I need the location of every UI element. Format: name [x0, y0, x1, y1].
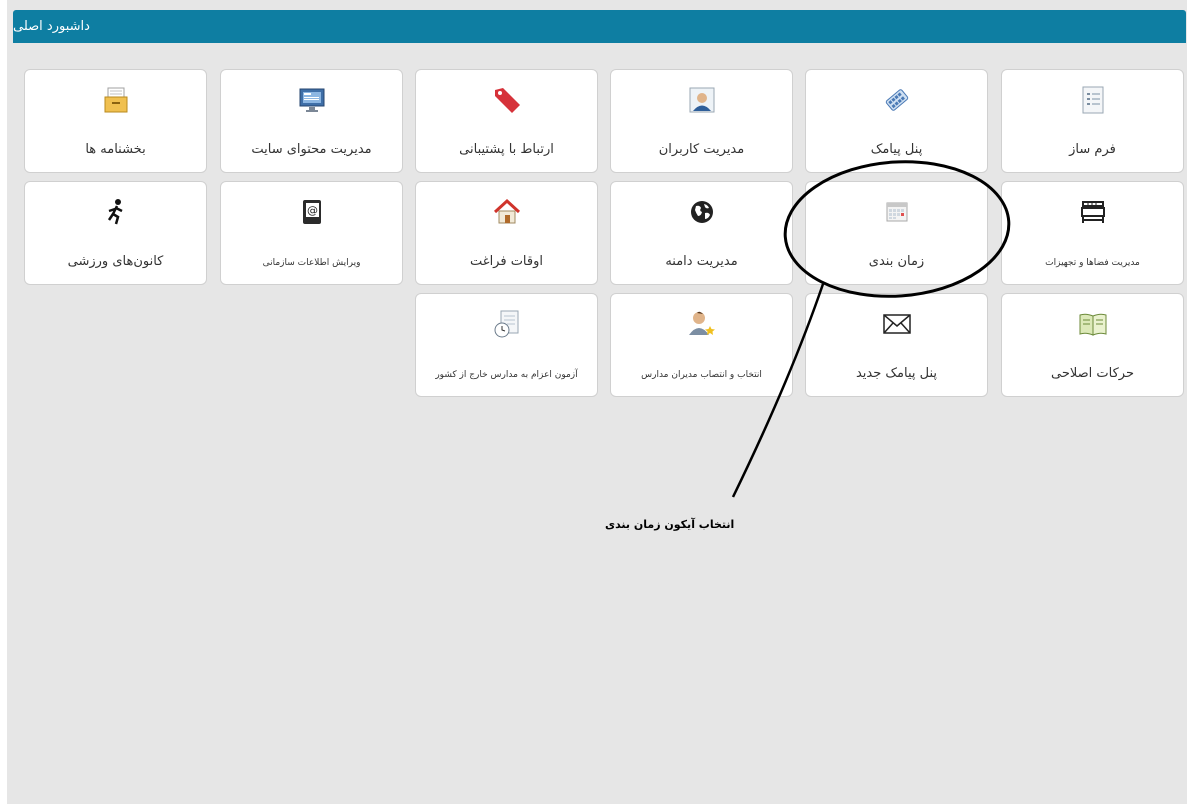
at-book-icon: @	[296, 196, 328, 228]
annotation-label: انتخاب آیکون زمان بندی	[605, 518, 735, 531]
tile-label: حرکات اصلاحی	[1050, 366, 1134, 381]
dashboard-title: داشبورد اصلی	[13, 19, 90, 34]
tile-label: ویرایش اطلاعات سازمانی	[262, 258, 361, 268]
tile-sms-panel[interactable]: پنل پیامک	[805, 69, 988, 173]
globe-icon	[686, 196, 718, 228]
tile-support[interactable]: ارتباط با پشتیبانی	[415, 69, 598, 173]
archive-box-icon	[100, 84, 132, 116]
open-book-icon	[1077, 308, 1109, 340]
tile-label: اوقات فراغت	[470, 254, 543, 269]
tile-circulars[interactable]: بخشنامه ها	[24, 69, 207, 173]
user-card-icon	[686, 84, 718, 116]
tile-label: مدیریت دامنه	[665, 254, 738, 269]
tile-label: انتخاب و انتصاب مدیران مدارس	[641, 370, 762, 380]
envelope-icon	[881, 308, 913, 340]
tile-sports-clubs[interactable]: کانون‌های ورزشی	[24, 181, 207, 285]
phone-keypad-icon	[881, 84, 913, 116]
tile-spaces-equipment[interactable]: مدیریت فضاها و تجهیزات	[1001, 181, 1184, 285]
tile-new-sms-panel[interactable]: پنل پیامک جدید	[805, 293, 988, 397]
tile-user-management[interactable]: مدیریت کاربران	[610, 69, 793, 173]
bed-icon	[1077, 196, 1109, 228]
tile-label: فرم ساز	[1069, 142, 1116, 157]
dashboard-header: داشبورد اصلی	[13, 10, 1186, 43]
tile-label: بخشنامه ها	[85, 142, 146, 157]
tile-label: پنل پیامک	[870, 142, 923, 157]
tile-org-info[interactable]: @ ویرایش اطلاعات سازمانی	[220, 181, 403, 285]
user-star-icon	[686, 308, 718, 340]
tile-label: کانون‌های ورزشی	[67, 254, 164, 269]
tile-label: آزمون اعزام به مدارس خارج از کشور	[435, 370, 578, 380]
form-icon	[1077, 84, 1109, 116]
doc-clock-icon	[491, 308, 523, 340]
tile-label: ارتباط با پشتیبانی	[459, 142, 554, 157]
tile-label: مدیریت کاربران	[658, 142, 745, 157]
tile-label: مدیریت فضاها و تجهیزات	[1045, 258, 1140, 268]
tile-corrective-moves[interactable]: حرکات اصلاحی	[1001, 293, 1184, 397]
svg-text:@: @	[307, 204, 318, 217]
tile-label: پنل پیامک جدید	[855, 366, 938, 381]
tile-scheduling[interactable]: زمان بندی	[805, 181, 988, 285]
calendar-icon	[881, 196, 913, 228]
monitor-icon	[296, 84, 328, 116]
tile-label: مدیریت محتوای سایت	[251, 142, 372, 157]
tile-principal-select[interactable]: انتخاب و انتصاب مدیران مدارس	[610, 293, 793, 397]
tile-label: زمان بندی	[868, 254, 925, 269]
tag-icon	[491, 84, 523, 116]
running-icon	[100, 196, 132, 228]
tile-free-time[interactable]: اوقات فراغت	[415, 181, 598, 285]
tile-form-builder[interactable]: فرم ساز	[1001, 69, 1184, 173]
tile-foreign-schools[interactable]: آزمون اعزام به مدارس خارج از کشور	[415, 293, 598, 397]
tile-domain-management[interactable]: مدیریت دامنه	[610, 181, 793, 285]
tile-site-content[interactable]: مدیریت محتوای سایت	[220, 69, 403, 173]
house-icon	[491, 196, 523, 228]
